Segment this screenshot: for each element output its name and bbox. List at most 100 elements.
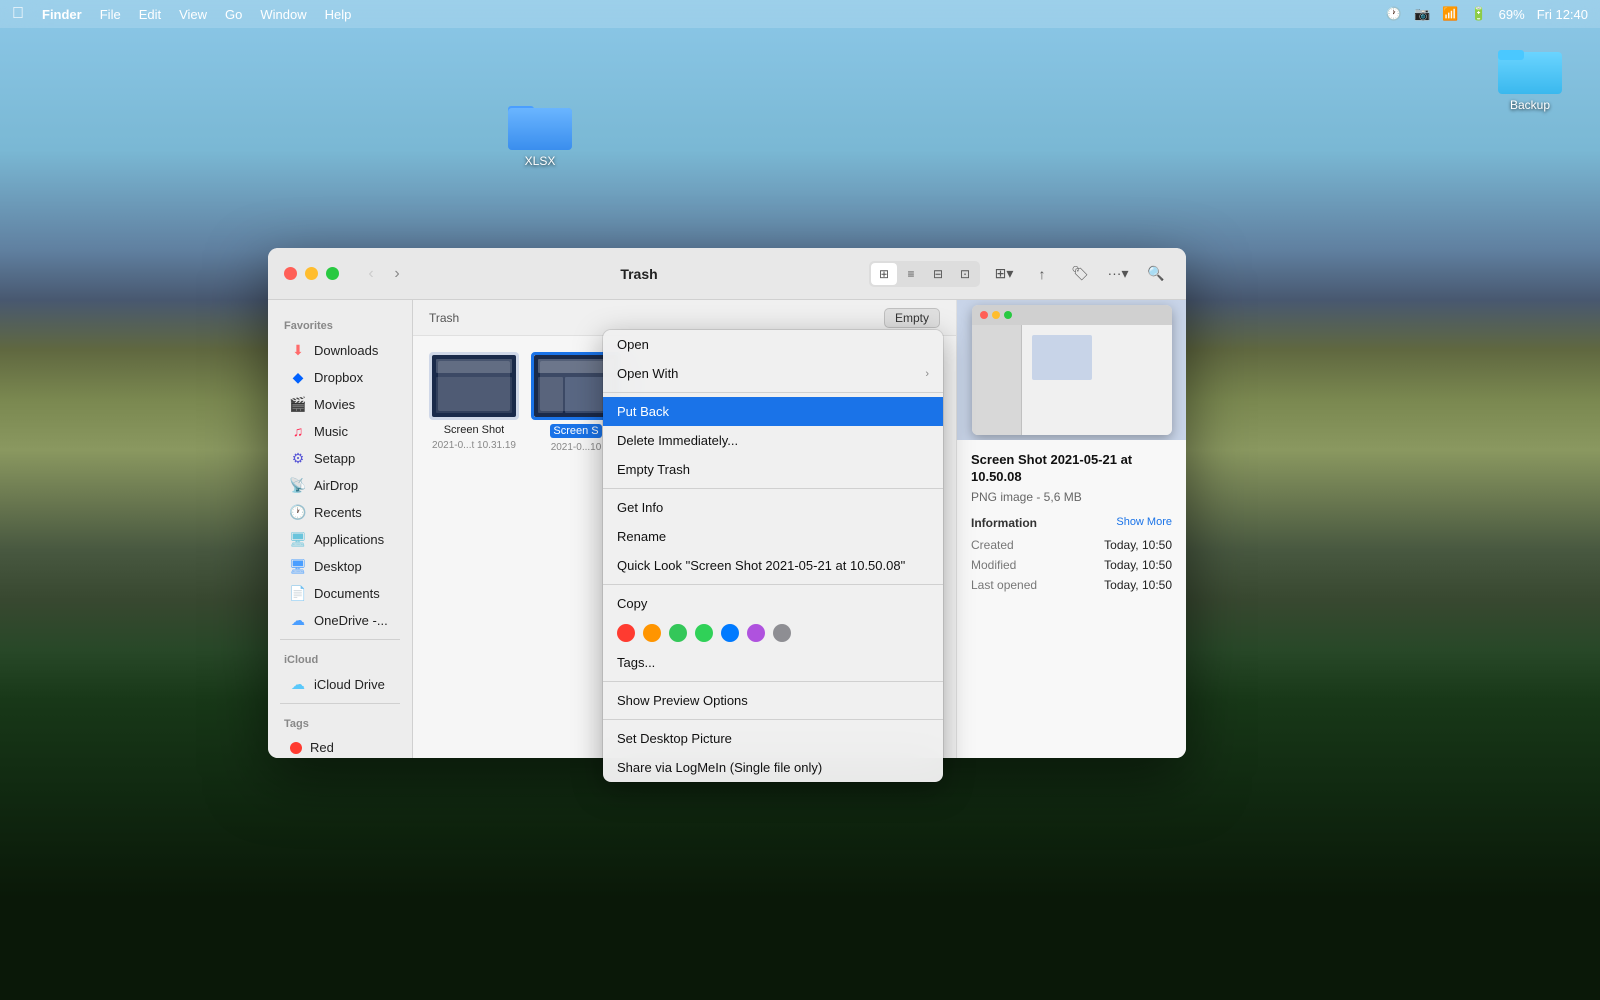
show-more-link[interactable]: Show More [1116,516,1172,528]
apple-menu[interactable]:  [12,5,24,23]
lastopened-value: Today, 10:50 [1104,578,1172,592]
sidebar-item-red-tag[interactable]: Red [274,735,406,758]
sidebar-dropbox-label: Dropbox [314,370,363,385]
close-button[interactable] [284,267,297,280]
favorites-label: Favorites [268,312,412,336]
dropbox-icon: ◆ [290,369,306,385]
cm-delete-immediately[interactable]: Delete Immediately... [603,426,943,455]
preview-image [957,300,1186,440]
cm-show-preview[interactable]: Show Preview Options [603,686,943,715]
sidebar-onedrive-label: OneDrive -... [314,613,388,628]
cm-sep-3 [603,584,943,585]
tag-orange[interactable] [643,624,661,642]
cm-open-with[interactable]: Open With › [603,359,943,388]
preview-row-created: Created Today, 10:50 [971,538,1172,552]
desktop-folder-xlsx[interactable]: XLSX [500,98,580,168]
tag-teal[interactable] [695,624,713,642]
fullscreen-button[interactable] [326,267,339,280]
documents-icon: 📄 [290,585,306,601]
sidebar-item-desktop[interactable]: 🖥 Desktop [274,553,406,579]
cm-copy[interactable]: Copy [603,589,943,618]
minimize-button[interactable] [305,267,318,280]
file-name-2: Screen S [550,424,601,438]
sidebar-item-onedrive[interactable]: ☁ OneDrive -... [274,607,406,633]
forward-button[interactable]: › [385,262,409,286]
cm-sep-4 [603,681,943,682]
gallery-view-button[interactable]: ⊡ [952,263,978,285]
sidebar-item-movies[interactable]: 🎬 Movies [274,391,406,417]
help-menu[interactable]: Help [325,7,352,22]
preview-row-modified: Modified Today, 10:50 [971,558,1172,572]
sidebar-item-applications[interactable]: 🖥 Applications [274,526,406,552]
airdrop-icon: 📡 [290,477,306,493]
sidebar-desktop-label: Desktop [314,559,362,574]
sidebar-item-setapp[interactable]: ⚙ Setapp [274,445,406,471]
share-button[interactable]: ↑ [1028,260,1056,288]
finder-menu[interactable]: Finder [42,7,82,22]
empty-trash-button[interactable]: Empty [884,308,940,328]
file-name-1: Screen Shot [444,424,505,436]
preview-info-label: Information Show More [971,516,1172,530]
tag-red[interactable] [617,624,635,642]
cm-tags[interactable]: Tags... [603,648,943,677]
screenshot-icon: 📷 [1414,6,1430,22]
sidebar-applications-label: Applications [314,532,384,547]
file-item-1[interactable]: Screen Shot 2021-0...t 10.31.19 [429,352,519,451]
cm-share-logmein[interactable]: Share via LogMeIn (Single file only) [603,753,943,782]
tag-green[interactable] [669,624,687,642]
search-button[interactable]: 🔍 [1142,260,1170,288]
sidebar-item-documents[interactable]: 📄 Documents [274,580,406,606]
tag-blue[interactable] [721,624,739,642]
sidebar-item-music[interactable]: ♫ Music [274,418,406,444]
tag-gray[interactable] [773,624,791,642]
lastopened-label: Last opened [971,578,1037,592]
desktop-folder-backup[interactable]: Backup [1490,42,1570,112]
arrange-button[interactable]: ⊞▾ [990,260,1018,288]
edit-menu[interactable]: Edit [139,7,161,22]
icon-view-button[interactable]: ⊞ [871,263,897,285]
created-label: Created [971,538,1014,552]
red-tag-dot [290,742,302,754]
file-area-breadcrumb: Trash [429,311,459,325]
cm-get-info[interactable]: Get Info [603,493,943,522]
list-view-button[interactable]: ≡ [898,263,924,285]
cm-quick-look[interactable]: Quick Look "Screen Shot 2021-05-21 at 10… [603,551,943,580]
sidebar-item-icloud[interactable]: ☁ iCloud Drive [274,671,406,697]
column-view-button[interactable]: ⊟ [925,263,951,285]
downloads-icon: ⬇ [290,342,306,358]
back-button[interactable]: ‹ [359,262,383,286]
sidebar-item-dropbox[interactable]: ◆ Dropbox [274,364,406,390]
sidebar-item-airdrop[interactable]: 📡 AirDrop [274,472,406,498]
cm-sep-5 [603,719,943,720]
tag-purple[interactable] [747,624,765,642]
menubar:  Finder File Edit View Go Window Help 🕐… [0,0,1600,28]
sidebar: Favorites ⬇ Downloads ◆ Dropbox 🎬 Movies… [268,300,413,758]
nav-arrows: ‹ › [359,262,409,286]
preview-title: Screen Shot 2021-05-21 at 10.50.08 [971,452,1172,486]
battery-icon: 🔋 [1470,6,1486,22]
cm-rename[interactable]: Rename [603,522,943,551]
file-menu[interactable]: File [100,7,121,22]
preview-panel: Screen Shot 2021-05-21 at 10.50.08 PNG i… [956,300,1186,758]
view-menu[interactable]: View [179,7,207,22]
tags-label: Tags [268,710,412,734]
xlsx-folder-label: XLSX [525,154,556,168]
window-title: Trash [421,266,857,282]
sidebar-music-label: Music [314,424,348,439]
go-menu[interactable]: Go [225,7,242,22]
battery-percent: 69% [1499,7,1525,22]
window-menu[interactable]: Window [260,7,306,22]
cm-open[interactable]: Open [603,330,943,359]
desktop:  Finder File Edit View Go Window Help 🕐… [0,0,1600,1000]
cm-empty-trash[interactable]: Empty Trash [603,455,943,484]
clock-icon: 🕐 [1386,6,1402,22]
sidebar-item-downloads[interactable]: ⬇ Downloads [274,337,406,363]
more-button[interactable]: ···▾ [1104,260,1132,288]
sidebar-item-recents[interactable]: 🕐 Recents [274,499,406,525]
cm-set-desktop[interactable]: Set Desktop Picture [603,724,943,753]
modified-label: Modified [971,558,1016,572]
sidebar-divider-1 [280,639,400,640]
cm-put-back[interactable]: Put Back [603,397,943,426]
tag-button[interactable]: 🏷 [1066,260,1094,288]
preview-row-lastopened: Last opened Today, 10:50 [971,578,1172,592]
